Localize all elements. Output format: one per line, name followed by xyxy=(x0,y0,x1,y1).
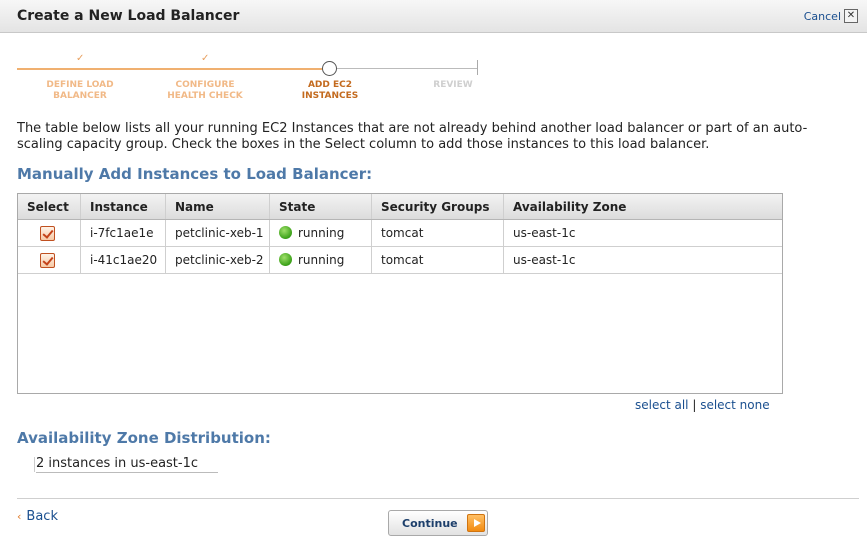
step-add-ec2-instances: ADD EC2 INSTANCES xyxy=(301,80,359,101)
availability-zone-cell: us-east-1c xyxy=(513,253,576,267)
security-groups-cell: tomcat xyxy=(372,247,504,273)
dialog-titlebar: Create a New Load Balancer Cancel ✕ xyxy=(0,0,867,33)
stepper-progress-line xyxy=(17,68,322,70)
stepper-end-marker xyxy=(477,60,478,75)
dialog-title: Create a New Load Balancer xyxy=(17,8,240,24)
security-groups-cell: tomcat xyxy=(372,220,504,246)
chevron-left-icon: ‹ xyxy=(17,510,22,523)
current-step-marker xyxy=(322,61,337,76)
cancel-link[interactable]: Cancel xyxy=(804,10,841,23)
arrow-right-icon xyxy=(467,514,485,532)
instance-state-text: running xyxy=(298,253,345,267)
select-all-link[interactable]: select all xyxy=(635,398,689,412)
close-icon[interactable]: ✕ xyxy=(844,9,858,23)
instances-table: Select Instance Name State Security Grou… xyxy=(17,193,783,394)
instance-select-checkbox[interactable] xyxy=(40,226,55,241)
instance-select-checkbox[interactable] xyxy=(40,253,55,268)
step-2-check-icon: ✓ xyxy=(201,53,210,64)
table-row: i-7fc1ae1e petclinic-xeb-1 running tomca… xyxy=(18,220,782,247)
wizard-stepper: ✓ ✓ DEFINE LOAD BALANCER CONFIGURE HEALT… xyxy=(0,33,867,113)
back-label: Back xyxy=(26,509,58,524)
step-define-load-balancer: DEFINE LOAD BALANCER xyxy=(46,80,114,101)
column-header-state: State xyxy=(270,194,372,219)
instance-name-cell: petclinic-xeb-2 xyxy=(166,247,270,273)
column-header-security-groups: Security Groups xyxy=(372,194,504,219)
instance-name-cell: petclinic-xeb-1 xyxy=(166,220,270,246)
running-status-icon xyxy=(279,253,292,266)
instance-state-text: running xyxy=(298,226,345,240)
instance-id-cell: i-7fc1ae1e xyxy=(81,220,166,246)
table-row: i-41c1ae20 petclinic-xeb-2 running tomca… xyxy=(18,247,782,274)
column-header-name: Name xyxy=(166,194,270,219)
select-none-link[interactable]: select none xyxy=(700,398,769,412)
continue-button[interactable]: Continue xyxy=(388,510,488,536)
footer-divider xyxy=(17,498,859,499)
table-header: Select Instance Name State Security Grou… xyxy=(18,194,782,220)
manual-add-title: Manually Add Instances to Load Balancer: xyxy=(17,165,373,183)
instance-state-cell: running xyxy=(270,247,372,273)
back-link[interactable]: ‹ Back xyxy=(17,509,58,524)
step-review: REVIEW xyxy=(433,80,473,90)
availability-zone-cell: us-east-1c xyxy=(513,226,576,240)
selection-links: select all | select none xyxy=(635,398,770,412)
running-status-icon xyxy=(279,226,292,239)
column-header-select: Select xyxy=(18,194,81,219)
column-header-instance: Instance xyxy=(81,194,166,219)
column-header-availability-zone: Availability Zone xyxy=(513,200,627,214)
select-cell xyxy=(18,247,81,273)
stepper-remaining-line xyxy=(337,68,478,69)
link-separator: | xyxy=(692,398,697,412)
az-distribution-title: Availability Zone Distribution: xyxy=(17,429,271,447)
select-cell xyxy=(18,220,81,246)
az-distribution-summary: 2 instances in us-east-1c xyxy=(34,457,218,473)
intro-text: The table below lists all your running E… xyxy=(17,121,808,152)
step-configure-health-check: CONFIGURE HEALTH CHECK xyxy=(167,80,243,101)
step-1-check-icon: ✓ xyxy=(76,53,85,64)
instance-state-cell: running xyxy=(270,220,372,246)
continue-label: Continue xyxy=(402,517,458,530)
instance-id-cell: i-41c1ae20 xyxy=(81,247,166,273)
